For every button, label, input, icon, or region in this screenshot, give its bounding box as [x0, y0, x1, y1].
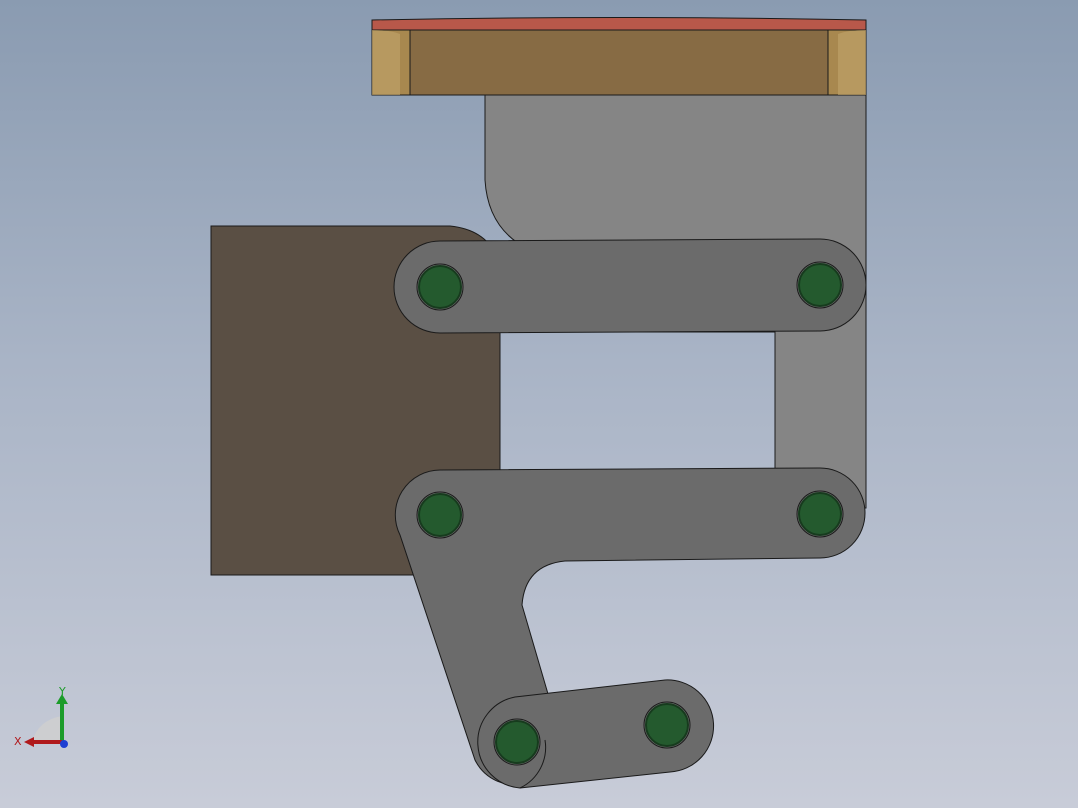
y-axis-label: Y: [58, 685, 66, 698]
triad-plane: [32, 716, 62, 742]
pin-upper-left[interactable]: [416, 263, 464, 311]
pin-bottom-right[interactable]: [643, 701, 691, 749]
model-view[interactable]: [0, 0, 1078, 808]
pin-lower-left[interactable]: [416, 491, 464, 539]
upper-link-part[interactable]: [393, 238, 867, 334]
reference-triad[interactable]: Y X: [10, 684, 80, 754]
x-axis-label: X: [14, 735, 22, 748]
pin-bottom-left[interactable]: [493, 718, 541, 766]
top-plate-part[interactable]: [371, 17, 867, 96]
pin-lower-right[interactable]: [796, 490, 844, 538]
z-axis-dot: [60, 740, 68, 748]
x-axis-head: [24, 737, 34, 747]
graphics-viewport[interactable]: [0, 0, 1078, 808]
pin-upper-right[interactable]: [796, 261, 844, 309]
